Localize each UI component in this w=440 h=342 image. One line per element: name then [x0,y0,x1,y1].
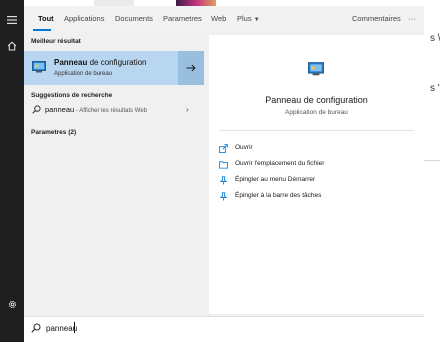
action-pin-taskbar-label: Épingler à la barre des tâches [235,192,322,199]
chevron-right-icon: › [186,105,189,114]
search-input[interactable] [46,321,406,335]
web-suggestion-item[interactable]: panneau - Afficher les résultats Web › [24,102,204,118]
action-pin-start-label: Épingler au menu Démarrer [235,176,316,183]
active-tab-indicator [33,29,51,31]
action-open[interactable]: Ouvrir [219,143,414,155]
more-options-icon[interactable]: ··· [408,14,416,23]
search-panel: Tout Applications Documents Parametres W… [24,6,424,338]
caret-down-icon: ▼ [253,17,260,23]
action-pin-taskbar[interactable]: Épingler à la barre des tâches [219,191,414,203]
background-divider [424,160,440,161]
best-match-main[interactable]: Panneau de configuration Application de … [24,51,177,85]
results-list: Meilleur résultat Panneau de configurati… [24,33,204,316]
control-panel-icon [308,62,324,76]
preview-divider [219,130,414,131]
file-location-icon [219,161,228,169]
hamburger-menu-icon[interactable] [4,12,20,28]
tab-applications[interactable]: Applications [64,14,104,23]
background-text-fragment: s ' [430,83,440,94]
preview-subtitle: Application de bureau [285,109,348,116]
search-box[interactable] [24,316,424,338]
pin-start-icon [219,176,228,185]
settings-gear-icon[interactable] [4,296,20,312]
action-open-label: Ouvrir [235,144,253,151]
arrow-right-icon [186,64,196,72]
control-panel-icon [32,61,46,73]
open-icon [219,144,228,153]
action-open-file-location-label: Ouvrir l'emplacement du fichier [235,160,325,167]
best-match-title: Panneau de configuration [54,58,147,67]
best-match-item[interactable]: Panneau de configuration Application de … [24,51,204,85]
tab-more-label: Plus [237,14,252,23]
tab-all[interactable]: Tout [38,14,54,23]
home-icon[interactable] [4,38,20,54]
preview-title: Panneau de configuration [265,95,368,105]
search-icon [32,105,41,114]
background-window [424,0,440,342]
search-icon [31,323,41,333]
filter-tabs: Tout Applications Documents Parametres W… [24,6,424,32]
action-open-file-location[interactable]: Ouvrir l'emplacement du fichier [219,159,414,171]
text-cursor [74,322,75,333]
tab-documents[interactable]: Documents [115,14,153,23]
feedback-link[interactable]: Commentaires [352,14,401,23]
best-match-heading: Meilleur résultat [31,38,81,45]
best-match-subtitle: Application de bureau [54,71,113,77]
tab-web[interactable]: Web [211,14,226,23]
preview-pane: Panneau de configuration Application de … [209,35,424,314]
background-text-fragment: s \ [430,33,440,44]
start-rail [0,0,24,342]
suggestion-text: panneau - Afficher les résultats Web [45,105,148,114]
settings-heading[interactable]: Parametres (2) [31,129,76,136]
action-pin-start[interactable]: Épingler au menu Démarrer [219,175,414,187]
search-suggestions-heading: Suggestions de recherche [31,92,113,99]
open-details-button[interactable] [178,51,204,85]
tab-more[interactable]: Plus ▼ [237,14,260,23]
pin-taskbar-icon [219,192,228,201]
tab-settings[interactable]: Parametres [163,14,202,23]
